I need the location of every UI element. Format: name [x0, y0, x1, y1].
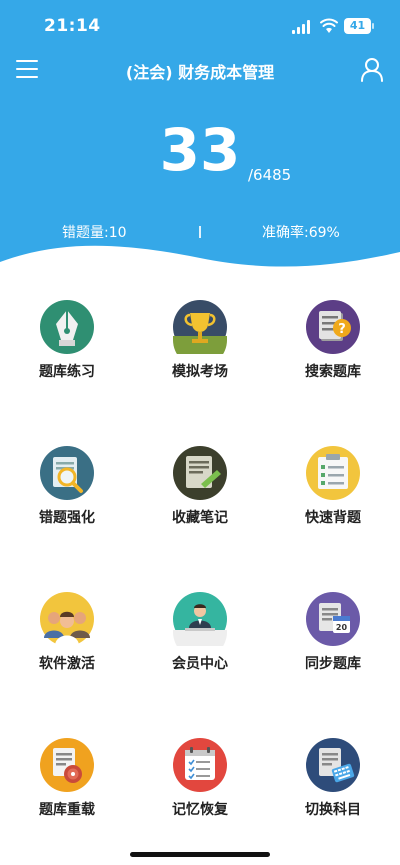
- menu-item-label: 软件激活: [39, 656, 95, 672]
- menu-item-practice[interactable]: 题库练习: [7, 300, 127, 390]
- user-profile-icon[interactable]: [361, 58, 383, 82]
- menu-item-label: 切换科目: [305, 802, 361, 818]
- battery-level: 41: [349, 19, 366, 32]
- menu-item-label: 同步题库: [305, 656, 361, 672]
- signal-icon: [292, 20, 310, 34]
- menu-item-label: 搜索题库: [305, 364, 361, 380]
- status-bar: 21:14 41: [0, 0, 400, 52]
- menu-item-favorites-notes[interactable]: 收藏笔记: [140, 446, 260, 536]
- menu-item-label: 题库重载: [39, 802, 95, 818]
- menu-item-search[interactable]: ? 搜索题库: [273, 300, 393, 390]
- member-icon: [173, 592, 227, 646]
- svg-text:20: 20: [336, 623, 348, 632]
- reload-target-icon: [40, 738, 94, 792]
- menu-item-mock-exam[interactable]: 模拟考场: [140, 300, 260, 390]
- hamburger-menu-icon[interactable]: [16, 60, 38, 80]
- menu-item-sync-bank[interactable]: 20 同步题库: [273, 592, 393, 682]
- menu-item-label: 题库练习: [39, 364, 95, 380]
- trophy-icon: [173, 300, 227, 354]
- menu-item-wrong-questions[interactable]: 错题强化: [7, 446, 127, 536]
- menu-item-quick-memorize[interactable]: 快速背题: [273, 446, 393, 536]
- menu-item-activate[interactable]: 软件激活: [7, 592, 127, 682]
- menu-item-label: 会员中心: [172, 656, 228, 672]
- menu-item-memory-restore[interactable]: 记忆恢复: [140, 738, 260, 828]
- menu-item-label: 模拟考场: [172, 364, 228, 380]
- battery-indicator: 41: [344, 18, 374, 34]
- menu-item-label: 快速背题: [305, 510, 361, 526]
- stat-divider: [199, 226, 201, 238]
- menu-item-label: 错题强化: [39, 510, 95, 526]
- home-indicator: [130, 852, 270, 857]
- fountain-pen-icon: [40, 300, 94, 354]
- users-icon: [40, 592, 94, 646]
- status-time: 21:14: [44, 16, 101, 36]
- notebook-pen-icon: [173, 446, 227, 500]
- switch-subject-icon: [306, 738, 360, 792]
- accuracy-rate: 准确率:69%: [262, 225, 340, 241]
- svg-text:?: ?: [338, 322, 346, 337]
- checklist-icon: [306, 446, 360, 500]
- wifi-icon: [320, 18, 338, 33]
- page-title: (注会) 财务成本管理: [125, 63, 275, 82]
- menu-item-switch-subject[interactable]: 切换科目: [273, 738, 393, 828]
- menu-item-member-center[interactable]: 会员中心: [140, 592, 260, 682]
- menu-item-label: 收藏笔记: [172, 510, 228, 526]
- wrong-count[interactable]: 错题量:10: [62, 222, 127, 242]
- header-wave: [0, 245, 400, 300]
- menu-item-reload-bank[interactable]: 题库重载: [7, 738, 127, 828]
- total-count: /6485: [248, 166, 292, 184]
- magnifier-document-icon: [40, 446, 94, 500]
- calendar-sync-icon: 20: [306, 592, 360, 646]
- search-document-icon: ?: [306, 300, 360, 354]
- memory-calendar-icon: [173, 738, 227, 792]
- menu-item-label: 记忆恢复: [172, 802, 228, 818]
